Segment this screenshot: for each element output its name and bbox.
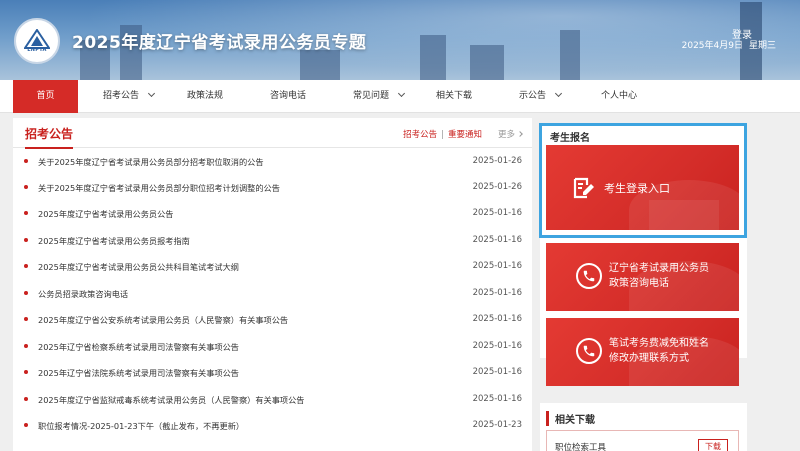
page-title: 2025年度辽宁省考试录用公务员专题 xyxy=(72,33,367,53)
tab-separator: | xyxy=(441,130,444,140)
item-title[interactable]: 公务员招录政策咨询电话 xyxy=(38,288,128,300)
list-item[interactable]: 公务员招录政策咨询电话 2025-01-16 xyxy=(13,280,532,306)
item-date: 2025-01-16 xyxy=(472,314,522,324)
item-title[interactable]: 职位报考情况-2025-01-23下午（截止发布，不再更新） xyxy=(38,420,244,432)
list-item[interactable]: 关于2025年度辽宁省考试录用公务员部分职位招考计划调整的公告 2025-01-2… xyxy=(13,174,532,200)
item-title[interactable]: 关于2025年度辽宁省考试录用公务员部分招考职位取消的公告 xyxy=(38,156,264,168)
logo-text: LNPTA xyxy=(27,47,47,53)
panel-header: 招考公告 招考公告 | 重要通知 更多 xyxy=(13,118,532,149)
item-date: 2025-01-16 xyxy=(472,341,522,351)
nav-policy[interactable]: 政策法规 xyxy=(187,80,223,113)
bullet-icon xyxy=(24,185,28,189)
nav-downloads[interactable]: 相关下载 xyxy=(436,80,472,113)
banner-building xyxy=(300,50,340,80)
item-date: 2025-01-16 xyxy=(472,235,522,245)
bullet-icon xyxy=(24,423,28,427)
tab-announcements[interactable]: 招考公告 xyxy=(403,130,437,140)
nav-announcements[interactable]: 招考公告 xyxy=(103,80,156,113)
nav-consult-phone[interactable]: 咨询电话 xyxy=(270,80,306,113)
bullet-icon xyxy=(24,291,28,295)
bullet-icon xyxy=(24,370,28,374)
item-title[interactable]: 2025年度辽宁省考试录用公务员公告 xyxy=(38,208,173,220)
hotline-text: 辽宁省考试录用公务员 政策咨询电话 xyxy=(609,261,709,291)
nav-label: 常见问题 xyxy=(353,91,390,101)
nav-faq[interactable]: 常见问题 xyxy=(353,80,406,113)
nav-public-notice[interactable]: 示公告 xyxy=(519,80,563,113)
list-item[interactable]: 2025年辽宁省法院系统考试录用司法警察有关事项公告 2025-01-16 xyxy=(13,359,532,385)
item-title[interactable]: 2025年度辽宁省考试录用公务员公共科目笔试考试大纲 xyxy=(38,261,239,273)
banner-building xyxy=(470,45,504,80)
bullet-icon xyxy=(24,264,28,268)
logo-emblem-icon xyxy=(24,29,50,49)
phone-icon xyxy=(583,345,595,357)
item-date: 2025-01-16 xyxy=(472,288,522,298)
fee-waiver-line2: 修改办理联系方式 xyxy=(609,353,689,364)
downloads-list: 职位检索工具 下载 xyxy=(546,430,739,451)
list-item[interactable]: 关于2025年度辽宁省考试录用公务员部分招考职位取消的公告 2025-01-26 xyxy=(13,148,532,174)
list-item[interactable]: 2025年度辽宁省考试录用公务员公告 2025-01-16 xyxy=(13,200,532,226)
policy-hotline-card[interactable]: 辽宁省考试录用公务员 政策咨询电话 xyxy=(546,243,739,311)
list-item[interactable]: 2025年度辽宁省考试录用公务员公共科目笔试考试大纲 2025-01-16 xyxy=(13,253,532,279)
phone-icon-wrapper xyxy=(576,338,602,364)
item-title[interactable]: 关于2025年度辽宁省考试录用公务员部分职位招考计划调整的公告 xyxy=(38,182,280,194)
item-date: 2025-01-26 xyxy=(472,156,522,166)
fee-waiver-text: 笔试考务费减免和姓名 修改办理联系方式 xyxy=(609,336,709,366)
item-date: 2025-01-16 xyxy=(472,261,522,271)
downloads-panel: 相关下载 职位检索工具 下载 xyxy=(540,403,747,451)
item-title[interactable]: 2025年度辽宁省考试录用公务员报考指南 xyxy=(38,235,190,247)
announcements-panel: 招考公告 招考公告 | 重要通知 更多 关于2025年度辽宁省考试录用公务员部分招考… xyxy=(13,118,532,451)
hotline-line2: 政策咨询电话 xyxy=(609,278,669,289)
phone-icon xyxy=(583,270,595,282)
header-banner: LNPTA 2025年度辽宁省考试录用公务员专题 登录 2025年4月9日 星期三 xyxy=(0,0,800,80)
bullet-icon xyxy=(24,397,28,401)
banner-building xyxy=(420,35,446,80)
item-title[interactable]: 2025年辽宁省法院系统考试录用司法警察有关事项公告 xyxy=(38,367,239,379)
nav-personal-center[interactable]: 个人中心 xyxy=(601,80,637,113)
date-display: 2025年4月9日 星期三 xyxy=(676,38,776,51)
banner-building xyxy=(560,30,580,80)
hotline-line1: 辽宁省考试录用公务员 xyxy=(609,263,709,274)
item-date: 2025-01-16 xyxy=(472,394,522,404)
item-date: 2025-01-26 xyxy=(472,182,522,192)
nav-home[interactable]: 首页 xyxy=(13,80,78,113)
bullet-icon xyxy=(24,238,28,242)
list-item[interactable]: 职位报考情况-2025-01-23下午（截止发布，不再更新） 2025-01-23 xyxy=(13,412,532,438)
more-label: 更多 xyxy=(497,130,515,140)
downloads-title: 相关下载 xyxy=(546,411,595,426)
item-title[interactable]: 2025年度辽宁省监狱戒毒系统考试录用公务员（人民警察）有关事项公告 xyxy=(38,394,304,406)
list-item[interactable]: 2025年辽宁省检察系统考试录用司法警察有关事项公告 2025-01-16 xyxy=(13,333,532,359)
item-title[interactable]: 2025年度辽宁省公安系统考试录用公务员（人民警察）有关事项公告 xyxy=(38,314,288,326)
tab-important-notice[interactable]: 重要通知 xyxy=(448,130,482,140)
chevron-right-icon xyxy=(517,131,523,137)
item-title[interactable]: 2025年辽宁省检察系统考试录用司法警察有关事项公告 xyxy=(38,341,239,353)
bullet-icon xyxy=(24,344,28,348)
chevron-down-icon xyxy=(554,89,563,98)
list-item[interactable]: 2025年度辽宁省监狱戒毒系统考试录用公务员（人民警察）有关事项公告 2025-0… xyxy=(13,386,532,412)
nav-label: 示公告 xyxy=(519,91,547,101)
item-date: 2025-01-16 xyxy=(472,208,522,218)
current-date: 2025年4月9日 xyxy=(681,41,743,51)
more-link[interactable]: 更多 xyxy=(497,128,523,140)
list-item[interactable]: 2025年度辽宁省公安系统考试录用公务员（人民警察）有关事项公告 2025-01-… xyxy=(13,306,532,332)
item-date: 2025-01-16 xyxy=(472,367,522,377)
phone-icon-wrapper xyxy=(576,263,602,289)
list-item[interactable]: 2025年度辽宁省考试录用公务员报考指南 2025-01-16 xyxy=(13,227,532,253)
nav-label: 招考公告 xyxy=(103,91,140,101)
fee-waiver-contact-card[interactable]: 笔试考务费减免和姓名 修改办理联系方式 xyxy=(546,318,739,386)
panel-title: 招考公告 xyxy=(25,125,74,149)
site-logo[interactable]: LNPTA xyxy=(14,18,60,64)
bullet-icon xyxy=(24,317,28,321)
panel-tabs: 招考公告 | 重要通知 xyxy=(403,128,482,140)
bullet-icon xyxy=(24,211,28,215)
download-button[interactable]: 下载 xyxy=(698,439,728,451)
download-item[interactable]: 职位检索工具 xyxy=(555,441,606,451)
item-date: 2025-01-23 xyxy=(472,420,522,430)
current-weekday: 星期三 xyxy=(748,41,776,51)
login-highlight-frame xyxy=(539,123,747,238)
chevron-down-icon xyxy=(397,89,406,98)
fee-waiver-line1: 笔试考务费减免和姓名 xyxy=(609,338,709,349)
main-nav: 首页 招考公告 政策法规 咨询电话 常见问题 相关下载 示公告 个人中心 xyxy=(0,80,800,113)
bullet-icon xyxy=(24,159,28,163)
chevron-down-icon xyxy=(147,89,156,98)
